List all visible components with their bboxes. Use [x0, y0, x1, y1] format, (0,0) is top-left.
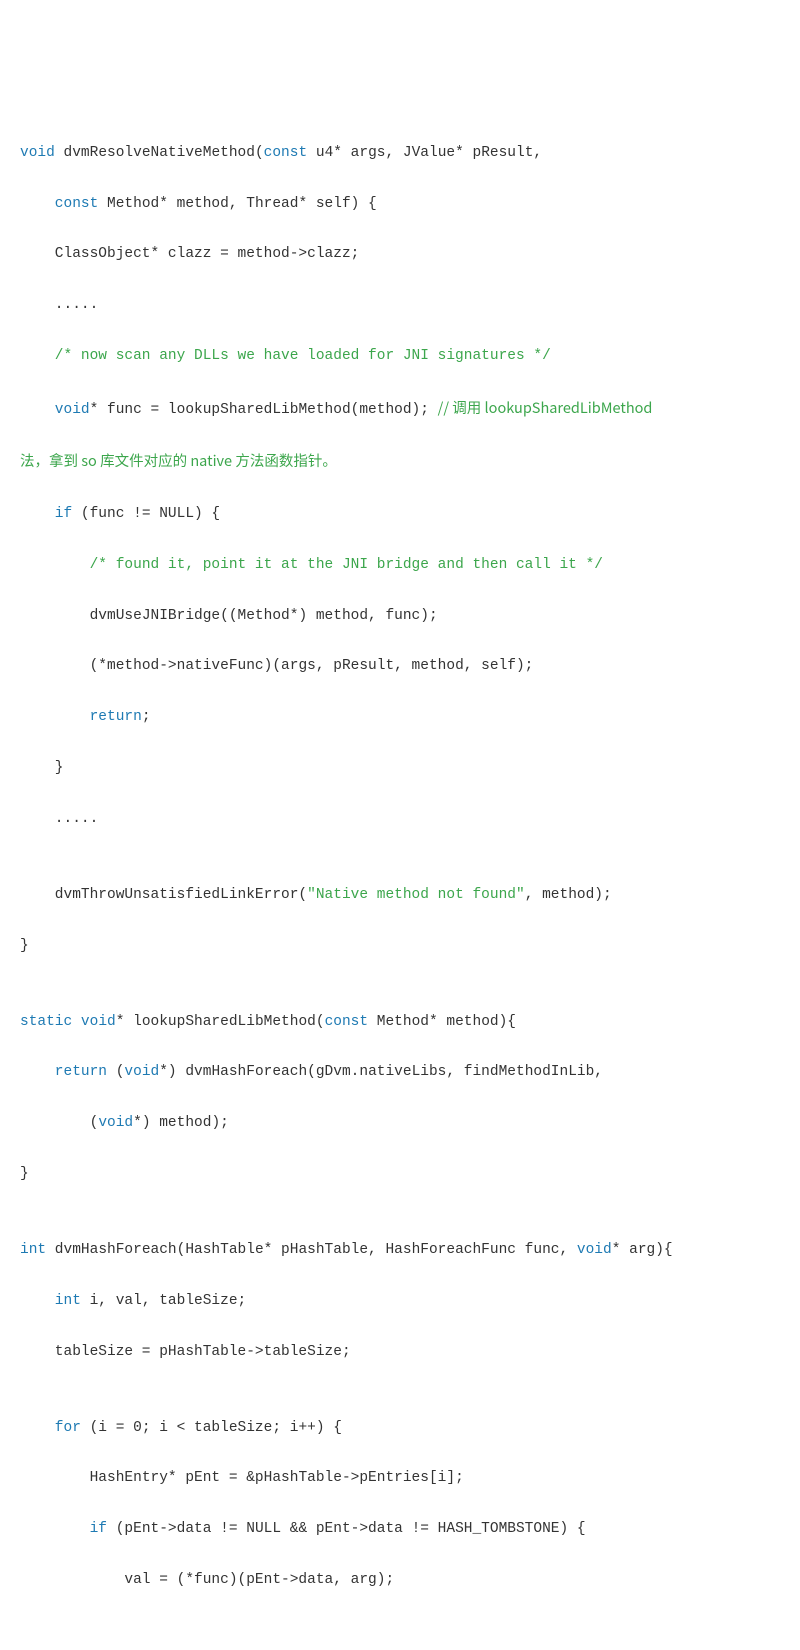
code-text: * func = lookupSharedLibMethod(method);	[90, 402, 438, 418]
code-text: *) dvmHashForeach(gDvm.nativeLibs, findM…	[159, 1064, 603, 1080]
code-line: if (func != NULL) {	[20, 502, 800, 527]
code-text: ClassObject* clazz = method->clazz;	[55, 246, 360, 262]
code-text: HashEntry* pEnt = &pHashTable->pEntries[…	[90, 1470, 464, 1486]
keyword: int	[55, 1293, 81, 1309]
code-text: *) method);	[133, 1115, 229, 1131]
code-text: * lookupSharedLibMethod(	[116, 1014, 325, 1030]
code-text: dvmResolveNativeMethod(	[55, 145, 264, 161]
code-text: , method);	[525, 887, 612, 903]
code-line: static void* lookupSharedLibMethod(const…	[20, 1010, 800, 1035]
code-line: tableSize = pHashTable->tableSize;	[20, 1340, 800, 1365]
code-text: }	[20, 1166, 29, 1182]
keyword: if	[90, 1521, 107, 1537]
code-line: /* now scan any DLLs we have loaded for …	[20, 344, 800, 369]
code-text: (	[90, 1115, 99, 1131]
code-line: }	[20, 756, 800, 781]
code-line: if (pEnt->data != NULL && pEnt->data != …	[20, 1517, 800, 1542]
code-text: .....	[55, 297, 99, 313]
code-line: (*method->nativeFunc)(args, pResult, met…	[20, 654, 800, 679]
comment: /* now scan any DLLs we have loaded for …	[55, 348, 551, 364]
code-line: void dvmResolveNativeMethod(const u4* ar…	[20, 141, 800, 166]
keyword: const	[55, 196, 99, 212]
code-line: int dvmHashForeach(HashTable* pHashTable…	[20, 1238, 800, 1263]
code-text: * arg){	[612, 1242, 673, 1258]
keyword: void	[20, 145, 55, 161]
code-line: int i, val, tableSize;	[20, 1289, 800, 1314]
code-text: dvmUseJNIBridge((Method*) method, func);	[90, 608, 438, 624]
keyword: return	[90, 709, 142, 725]
code-line: (void*) method);	[20, 1111, 800, 1136]
code-line: ClassObject* clazz = method->clazz;	[20, 242, 800, 267]
code-line: for (i = 0; i < tableSize; i++) {	[20, 1416, 800, 1441]
string-literal: "Native method not found"	[307, 887, 525, 903]
code-line: return;	[20, 705, 800, 730]
code-line: dvmUseJNIBridge((Method*) method, func);	[20, 604, 800, 629]
keyword: void	[98, 1115, 133, 1131]
code-line: val = (*func)(pEnt->data, arg);	[20, 1568, 800, 1593]
keyword: const	[264, 145, 308, 161]
keyword: const	[325, 1014, 369, 1030]
code-text: (	[107, 1064, 124, 1080]
code-text: (pEnt->data != NULL && pEnt->data != HAS…	[107, 1521, 586, 1537]
code-line: 法，拿到 so 库文件对应的 native 方法函数指针。	[20, 448, 800, 476]
keyword: static void	[20, 1014, 116, 1030]
code-line: /* found it, point it at the JNI bridge …	[20, 553, 800, 578]
code-text: (*method->nativeFunc)(args, pResult, met…	[90, 658, 534, 674]
code-line: void* func = lookupSharedLibMethod(metho…	[20, 395, 800, 423]
code-text: u4* args, JValue* pResult,	[307, 145, 542, 161]
keyword: void	[55, 402, 90, 418]
comment: // 调用 lookupSharedLibMethod	[438, 397, 653, 418]
comment: /* found it, point it at the JNI bridge …	[90, 557, 603, 573]
keyword: void	[124, 1064, 159, 1080]
keyword: if	[55, 506, 72, 522]
code-text: (func != NULL) {	[72, 506, 220, 522]
keyword: int	[20, 1242, 46, 1258]
code-text: val = (*func)(pEnt->data, arg);	[124, 1572, 394, 1588]
code-line: dvmThrowUnsatisfiedLinkError("Native met…	[20, 883, 800, 908]
code-line: return (void*) dvmHashForeach(gDvm.nativ…	[20, 1060, 800, 1085]
code-text: Method* method){	[368, 1014, 516, 1030]
code-text: Method* method, Thread* self) {	[98, 196, 376, 212]
code-text: dvmThrowUnsatisfiedLinkError(	[55, 887, 307, 903]
code-line: }	[20, 934, 800, 959]
code-line: }	[20, 1162, 800, 1187]
code-text: dvmHashForeach(HashTable* pHashTable, Ha…	[46, 1242, 577, 1258]
code-line: HashEntry* pEnt = &pHashTable->pEntries[…	[20, 1466, 800, 1491]
code-line: .....	[20, 293, 800, 318]
code-text: i, val, tableSize;	[81, 1293, 246, 1309]
code-text: }	[55, 760, 64, 776]
code-line: .....	[20, 807, 800, 832]
keyword: return	[55, 1064, 107, 1080]
code-text: .....	[55, 811, 99, 827]
keyword: void	[577, 1242, 612, 1258]
code-text: (i = 0; i < tableSize; i++) {	[81, 1420, 342, 1436]
keyword: for	[55, 1420, 81, 1436]
code-text: }	[20, 938, 29, 954]
code-line: const Method* method, Thread* self) {	[20, 192, 800, 217]
code-text: ;	[142, 709, 151, 725]
code-text: tableSize = pHashTable->tableSize;	[55, 1344, 351, 1360]
comment: 法，拿到 so 库文件对应的 native 方法函数指针。	[20, 450, 337, 471]
code-block: void dvmResolveNativeMethod(const u4* ar…	[20, 116, 800, 1619]
